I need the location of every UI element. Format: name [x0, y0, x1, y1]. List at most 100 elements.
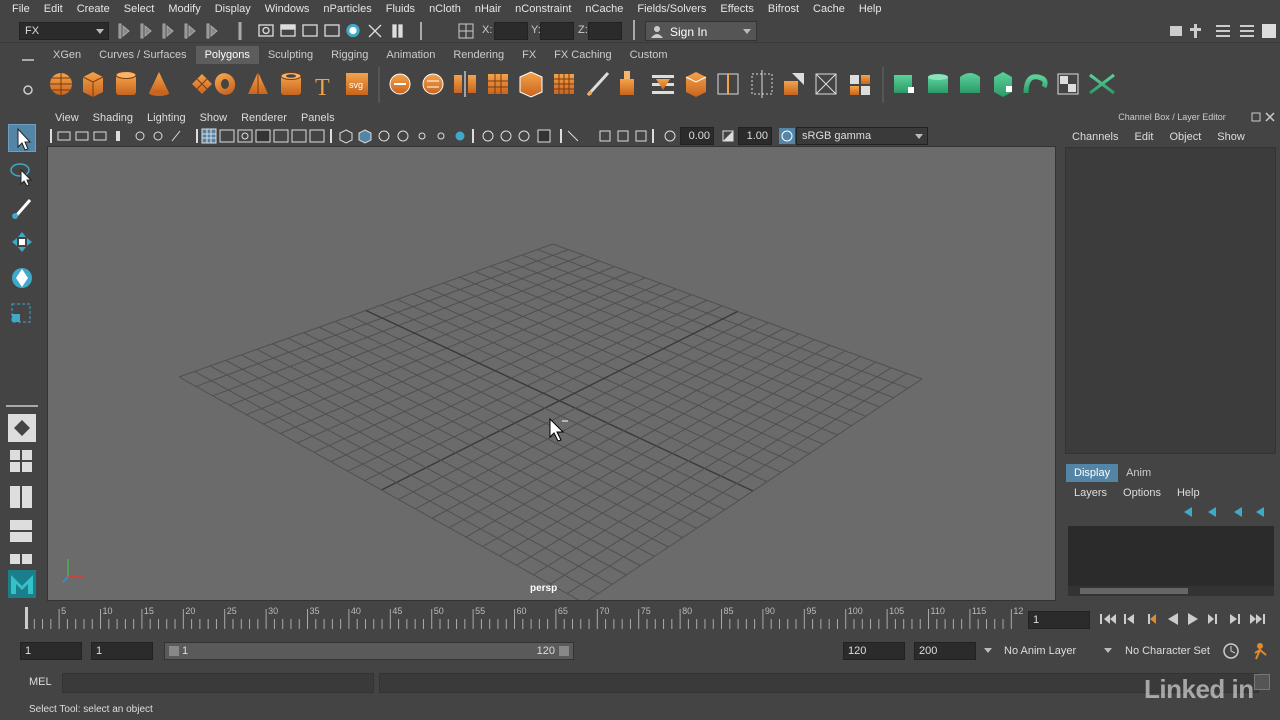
command-input[interactable]	[62, 673, 374, 693]
x-field[interactable]	[494, 22, 528, 40]
quad-draw-icon[interactable]	[850, 75, 870, 95]
single-view-button[interactable]	[8, 414, 36, 442]
uv-unfold-icon[interactable]	[1023, 74, 1048, 94]
menu-ncache[interactable]: nCache	[579, 0, 631, 19]
shelf-tab-xgen[interactable]: XGen	[44, 46, 90, 64]
bridge-icon[interactable]	[652, 75, 674, 94]
menu-select[interactable]: Select	[118, 0, 163, 19]
poly-cone-icon[interactable]	[149, 72, 169, 96]
shelf-tab-fx[interactable]: FX	[513, 46, 545, 64]
viewport-menu-show[interactable]: Show	[193, 112, 235, 124]
shelf-tab-polygons[interactable]: Polygons	[195, 46, 259, 64]
color-space-dropdown[interactable]: sRGB gamma	[796, 127, 928, 145]
poly-type-icon[interactable]: T	[315, 75, 330, 101]
channel-box-menu-edit[interactable]: Edit	[1126, 128, 1161, 146]
shelf-tab-curves-surfaces[interactable]: Curves / Surfaces	[90, 46, 195, 64]
separate-icon[interactable]	[422, 73, 444, 95]
menu-create[interactable]: Create	[71, 0, 118, 19]
current-frame-field[interactable]: 1	[1028, 611, 1090, 629]
current-frame-marker[interactable]	[25, 607, 28, 629]
extrude-icon[interactable]	[620, 71, 634, 95]
poly-svg-icon[interactable]: svg	[346, 73, 368, 95]
uv-cylindrical-icon[interactable]	[928, 74, 948, 93]
reduce-icon[interactable]	[519, 71, 543, 98]
anim-end-field[interactable]: 200	[914, 642, 976, 660]
menuset-dropdown[interactable]: FX	[19, 22, 109, 40]
poly-plane-icon[interactable]	[192, 74, 212, 94]
z-field[interactable]	[588, 22, 622, 40]
multicut-icon[interactable]	[586, 71, 610, 97]
append-poly-icon[interactable]	[784, 73, 804, 95]
menu-nparticles[interactable]: nParticles	[317, 0, 379, 19]
bevel-icon[interactable]	[685, 72, 707, 97]
sign-in-button[interactable]: Sign In	[645, 21, 757, 41]
combine-icon[interactable]	[389, 73, 411, 95]
channel-box-menu-object[interactable]: Object	[1161, 128, 1209, 146]
remesh-icon[interactable]	[554, 74, 574, 94]
menu-cache[interactable]: Cache	[807, 0, 853, 19]
insert-edge-icon[interactable]	[717, 73, 739, 95]
playback-controls[interactable]	[1098, 611, 1270, 627]
layer-editor-menu-layers[interactable]: Layers	[1066, 484, 1115, 502]
menu-edit[interactable]: Edit	[38, 0, 71, 19]
poly-pipe-icon[interactable]	[280, 72, 302, 96]
select-tool-button[interactable]	[8, 124, 36, 152]
shelf-options-icon[interactable]	[18, 48, 38, 103]
viewport-menu-shading[interactable]: Shading	[86, 112, 140, 124]
range-handle-right[interactable]	[559, 646, 569, 656]
layer-editor-menu-options[interactable]: Options	[1115, 484, 1169, 502]
scrollbar-thumb[interactable]	[1080, 588, 1188, 594]
menu-display[interactable]: Display	[209, 0, 259, 19]
menu-file[interactable]: File	[6, 0, 38, 19]
uv-planar-icon[interactable]	[894, 75, 914, 93]
range-handle-left[interactable]	[169, 646, 179, 656]
uv-spherical-icon[interactable]	[960, 73, 980, 93]
smooth-icon[interactable]	[488, 74, 508, 94]
exposure-field[interactable]: 0.00	[680, 127, 714, 145]
viewport-menu-lighting[interactable]: Lighting	[140, 112, 193, 124]
character-set-dropdown[interactable]: No Character Set	[1104, 642, 1216, 660]
script-editor-button[interactable]	[1254, 674, 1270, 690]
uv-editor-icon[interactable]	[1089, 73, 1115, 95]
layer-scrollbar[interactable]	[1068, 586, 1274, 596]
viewport-persp[interactable]: persp	[47, 146, 1056, 601]
menu-bifrost[interactable]: Bifrost	[762, 0, 807, 19]
poly-cylinder-icon[interactable]	[115, 71, 137, 96]
viewport-menu-renderer[interactable]: Renderer	[234, 112, 294, 124]
menu-windows[interactable]: Windows	[259, 0, 318, 19]
viewport-menu-panels[interactable]: Panels	[294, 112, 342, 124]
uv-checker-icon[interactable]	[1057, 73, 1079, 95]
layer-buttons[interactable]	[1182, 505, 1272, 519]
move-tool-button[interactable]	[8, 228, 36, 256]
snap-grid-icon[interactable]	[456, 21, 476, 41]
layer-editor-tab-anim[interactable]: Anim	[1118, 464, 1159, 482]
layer-editor-tab-display[interactable]: Display	[1066, 464, 1119, 482]
time-slider[interactable]: 1510152025303540455055606570758085909510…	[20, 605, 1024, 633]
menu-modify[interactable]: Modify	[162, 0, 208, 19]
lasso-tool-button[interactable]	[8, 160, 36, 188]
shelf-tab-sculpting[interactable]: Sculpting	[259, 46, 322, 64]
shelf-tab-animation[interactable]: Animation	[377, 46, 444, 64]
shelf-tab-custom[interactable]: Custom	[621, 46, 677, 64]
channel-box-body[interactable]	[1065, 147, 1276, 454]
menu-fluids[interactable]: Fluids	[380, 0, 423, 19]
shelf-tab-fx-caching[interactable]: FX Caching	[545, 46, 620, 64]
scale-tool-button[interactable]	[8, 300, 36, 328]
poly-torus-icon[interactable]	[211, 70, 238, 98]
target-weld-icon[interactable]	[751, 70, 773, 98]
panel-controls[interactable]	[1250, 112, 1278, 124]
mirror-icon[interactable]	[454, 71, 476, 97]
menu-nhair[interactable]: nHair	[469, 0, 509, 19]
gamma-field[interactable]: 1.00	[738, 127, 772, 145]
viewport-menu-view[interactable]: View	[48, 112, 86, 124]
poly-sphere-icon[interactable]	[50, 73, 72, 95]
poly-cube-icon[interactable]	[82, 72, 104, 97]
rotate-tool-button[interactable]	[8, 264, 36, 292]
playback-start-field[interactable]: 1	[91, 642, 153, 660]
paint-select-tool-button[interactable]	[8, 194, 36, 222]
uv-auto-icon[interactable]	[994, 72, 1012, 97]
layer-editor-menu-help[interactable]: Help	[1169, 484, 1208, 502]
channel-box-menu-show[interactable]: Show	[1209, 128, 1253, 146]
menu-ncloth[interactable]: nCloth	[423, 0, 469, 19]
shelf-tab-rigging[interactable]: Rigging	[322, 46, 377, 64]
